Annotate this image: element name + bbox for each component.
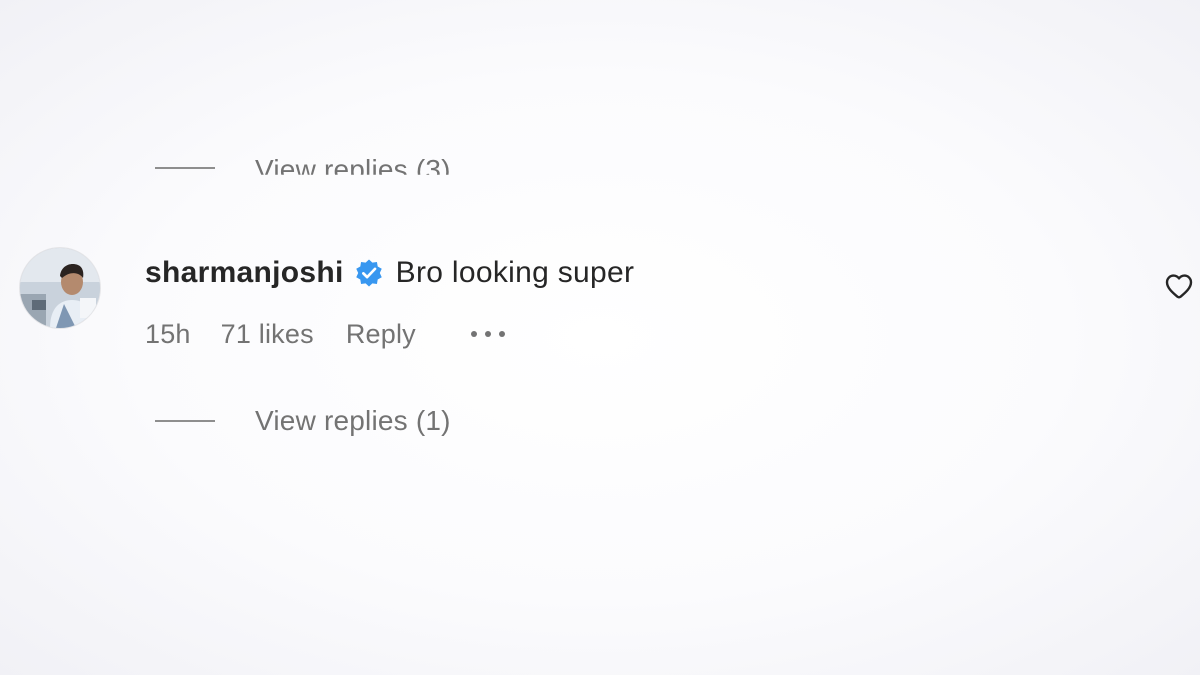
comment-timestamp: 15h [145,318,191,349]
more-dot [498,331,505,337]
replies-divider-line [155,167,215,169]
verified-badge-icon [355,259,382,287]
more-dot [470,331,477,337]
comment-text: Bro looking super [395,256,635,289]
reply-button[interactable]: Reply [346,319,416,350]
avatar-photo [20,248,100,328]
comment-meta: 15h 71 likes Reply [145,314,505,354]
username[interactable]: sharmanjoshi [145,256,344,290]
replies-divider-line [155,420,215,422]
view-replies-button[interactable]: View replies (1) [155,401,451,441]
avatar[interactable] [20,248,100,328]
view-replies-label[interactable]: View replies (1) [255,405,451,437]
more-dot [484,331,491,337]
comment-body: sharmanjoshi Bro looking super [145,252,634,294]
view-replies-previous[interactable]: View replies (3) [155,150,451,175]
more-horizontal-icon[interactable] [470,314,505,354]
view-replies-label[interactable]: View replies (3) [255,154,451,175]
heart-outline-icon[interactable] [1163,270,1195,302]
likes-count[interactable]: 71 likes [221,319,314,350]
